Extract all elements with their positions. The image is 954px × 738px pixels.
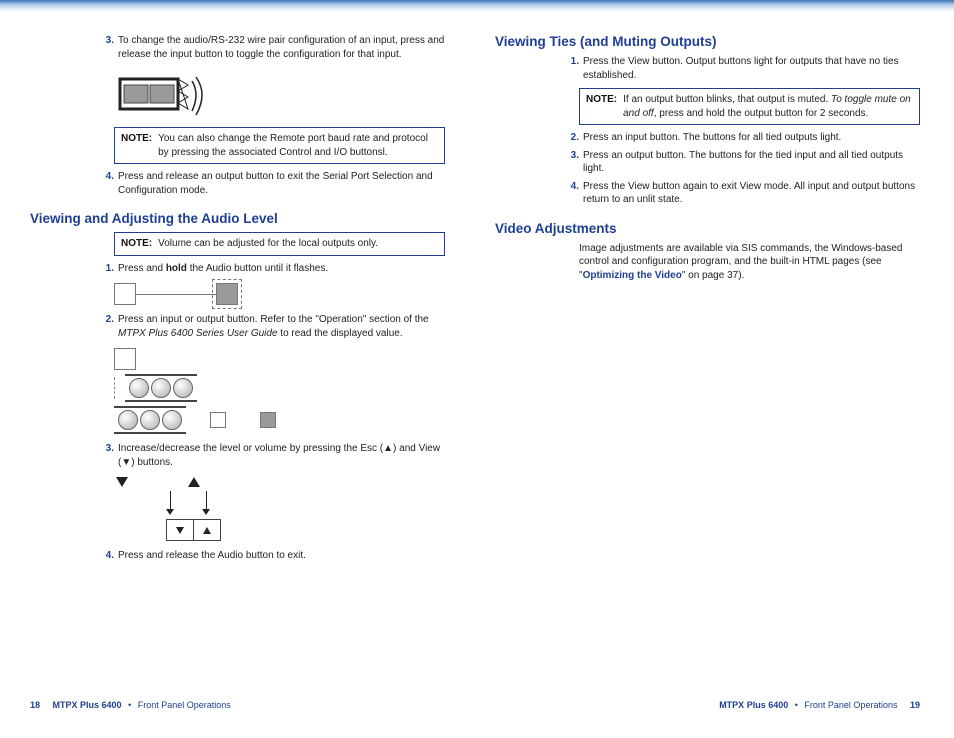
round-button-icon [129, 378, 149, 398]
step-row: 3. Increase/decrease the level or volume… [96, 442, 445, 469]
round-button-icon [118, 410, 138, 430]
step-text: Press an input button. The buttons for a… [583, 131, 920, 145]
note-box: NOTE: You can also change the Remote por… [114, 127, 445, 164]
button-pair [166, 519, 221, 541]
page-number: 19 [900, 700, 920, 710]
step-number: 4. [561, 180, 583, 207]
step-number: 2. [561, 131, 583, 145]
footer-section: Front Panel Operations [804, 700, 897, 710]
text-post: the Audio button until it flashes. [187, 263, 328, 274]
step-number: 1. [561, 55, 583, 82]
text-pre: If an output button blinks, that output … [623, 94, 831, 105]
paragraph-video: Image adjustments are available via SIS … [579, 242, 920, 283]
text-post: " on page 37). [682, 270, 745, 281]
footer-title: MTPX Plus 6400 [43, 700, 122, 710]
step-row: 4. Press and release the Audio button to… [96, 549, 445, 563]
step-row: 4. Press the View button again to exit V… [561, 180, 920, 207]
button-icon [114, 348, 136, 370]
round-button-icon [162, 410, 182, 430]
step-text: Press an input or output button. Refer t… [118, 313, 445, 340]
step-text: Press and release an output button to ex… [118, 170, 445, 197]
text-post: to read the displayed value. [278, 328, 403, 339]
note-text: Volume can be adjusted for the local out… [158, 237, 438, 251]
page-left: 3. To change the audio/RS-232 wire pair … [0, 30, 475, 718]
step-text: Increase/decrease the level or volume by… [118, 442, 445, 469]
footer-section: Front Panel Operations [138, 700, 231, 710]
step-row: 3. To change the audio/RS-232 wire pair … [96, 34, 445, 61]
page-spread: 3. To change the audio/RS-232 wire pair … [0, 0, 954, 718]
panel-strip [125, 374, 197, 402]
triangle-up-icon [188, 477, 200, 487]
panel-strip [114, 406, 186, 434]
arrow-down-icon [166, 491, 174, 515]
step-row: 1. Press and hold the Audio button until… [96, 262, 445, 276]
flash-indicator-icon [212, 279, 242, 309]
step-row: 3. Press an output button. The buttons f… [561, 149, 920, 176]
note-box: NOTE: Volume can be adjusted for the loc… [114, 232, 445, 256]
note-text: If an output button blinks, that output … [623, 93, 913, 120]
step-text: To change the audio/RS-232 wire pair con… [118, 34, 445, 61]
footer-left: 18 MTPX Plus 6400 • Front Panel Operatio… [30, 700, 231, 710]
step-row: 2. Press an input or output button. Refe… [96, 313, 445, 340]
button-icon [210, 412, 226, 428]
section-heading-ties: Viewing Ties (and Muting Outputs) [495, 34, 920, 49]
diagram-audio-hold [114, 283, 445, 305]
step-row: 1. Press the View button. Output buttons… [561, 55, 920, 82]
step-number: 1. [96, 262, 118, 276]
diagram-input-output-panel [114, 348, 445, 434]
top-gradient-bar [0, 0, 954, 12]
section-heading-audio: Viewing and Adjusting the Audio Level [30, 211, 445, 226]
footer-right: MTPX Plus 6400 • Front Panel Operations … [719, 700, 920, 710]
round-button-icon [151, 378, 171, 398]
step-number: 4. [96, 170, 118, 197]
note-label: NOTE: [586, 93, 623, 120]
note-label: NOTE: [121, 132, 158, 159]
button-icon [260, 412, 276, 428]
step-text: Press and release the Audio button to ex… [118, 549, 445, 563]
link-optimizing-video[interactable]: Optimizing the Video [583, 270, 682, 281]
round-button-icon [140, 410, 160, 430]
step-text: Press and hold the Audio button until it… [118, 262, 445, 276]
note-text: You can also change the Remote port baud… [158, 132, 438, 159]
step-number: 3. [96, 34, 118, 61]
section-heading-video: Video Adjustments [495, 221, 920, 236]
arrow-down-icon [202, 491, 210, 515]
round-button-icon [173, 378, 193, 398]
text-italic: MTPX Plus 6400 Series User Guide [118, 328, 278, 339]
step-row: 2. Press an input button. The buttons fo… [561, 131, 920, 145]
page-number: 18 [30, 700, 40, 710]
step-number: 2. [96, 313, 118, 340]
text-post: , press and hold the output button for 2… [654, 108, 869, 119]
diagram-esc-view-buttons [114, 477, 445, 541]
triangle-down-icon [116, 477, 128, 487]
step-number: 4. [96, 549, 118, 563]
page-right: Viewing Ties (and Muting Outputs) 1. Pre… [475, 30, 950, 718]
footer-title: MTPX Plus 6400 [719, 700, 788, 710]
note-label: NOTE: [121, 237, 158, 251]
step-text: Press the View button. Output buttons li… [583, 55, 920, 82]
text-pre: Press and [118, 263, 166, 274]
step-number: 3. [96, 442, 118, 469]
note-box: NOTE: If an output button blinks, that o… [579, 88, 920, 125]
button-icon [114, 283, 136, 305]
connector-line [136, 294, 216, 295]
dash-line [114, 377, 115, 399]
step-text: Press an output button. The buttons for … [583, 149, 920, 176]
step-number: 3. [561, 149, 583, 176]
text-pre: Press an input or output button. Refer t… [118, 314, 429, 325]
step-text: Press the View button again to exit View… [583, 180, 920, 207]
text-bold: hold [166, 263, 187, 274]
diagram-input-toggle [114, 69, 204, 119]
step-row: 4. Press and release an output button to… [96, 170, 445, 197]
triangle-up-icon [203, 527, 211, 534]
triangle-down-icon [176, 527, 184, 534]
